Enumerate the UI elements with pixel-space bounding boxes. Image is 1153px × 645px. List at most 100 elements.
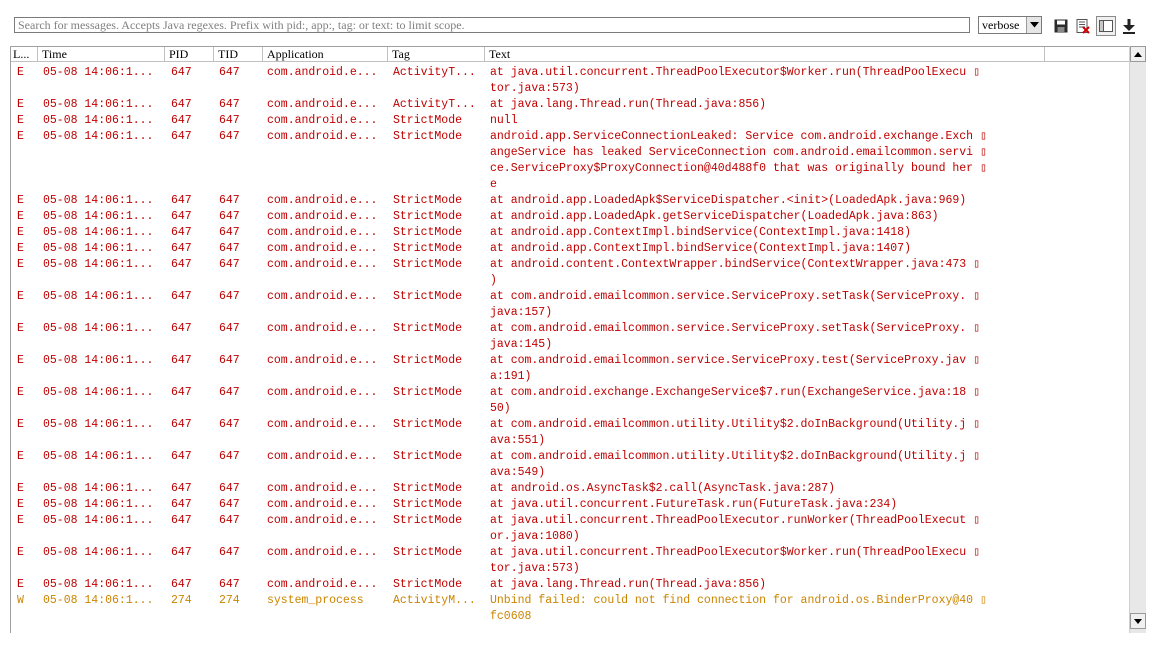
column-header-pid[interactable]: PID	[165, 47, 214, 62]
table-row[interactable]: E 05-08 14:06:1... 647 647 com.android.e... S…	[11, 193, 1131, 209]
cell-level: E	[17, 242, 24, 255]
scroll-lock-button[interactable]	[1119, 16, 1139, 36]
clear-log-button[interactable]	[1073, 16, 1093, 36]
cell-text-line: at com.android.emailcommon.utility.Utili…	[490, 450, 981, 463]
table-row[interactable]: E 05-08 14:06:1... 647 647 com.android.e... S…	[11, 513, 1131, 545]
cell-level: E	[17, 514, 24, 527]
cell-application: com.android.e...	[267, 242, 378, 255]
cell-tid: 647	[219, 514, 240, 527]
cell-tag: StrictMode	[393, 210, 463, 223]
cell-text-line: e	[490, 178, 497, 191]
cell-tid: 647	[219, 242, 240, 255]
cell-time: 05-08 14:06:1...	[43, 194, 154, 207]
cell-time: 05-08 14:06:1...	[43, 418, 154, 431]
chevron-down-icon[interactable]	[1026, 17, 1041, 33]
log-level-select[interactable]: verbose	[978, 16, 1042, 34]
cell-pid: 274	[171, 594, 192, 607]
table-row[interactable]: W 05-08 14:06:1... 274 274 system_process Act…	[11, 593, 1131, 625]
cell-application: com.android.e...	[267, 386, 378, 399]
cell-time: 05-08 14:06:1...	[43, 450, 154, 463]
cell-tag: StrictMode	[393, 482, 463, 495]
cell-tid: 647	[219, 354, 240, 367]
cell-time: 05-08 14:06:1...	[43, 546, 154, 559]
table-row[interactable]: E 05-08 14:06:1... 647 647 com.android.e... A…	[11, 97, 1131, 113]
table-row[interactable]: E 05-08 14:06:1... 647 647 com.android.e... S…	[11, 449, 1131, 481]
table-row[interactable]: E 05-08 14:06:1... 647 647 com.android.e... S…	[11, 225, 1131, 241]
cell-text-line: tor.java:573)	[490, 562, 580, 575]
table-header: L... Time PID TID Application Tag Text	[11, 47, 1131, 62]
table-row[interactable]: E 05-08 14:06:1... 647 647 com.android.e... S…	[11, 497, 1131, 513]
column-header-tag[interactable]: Tag	[388, 47, 485, 62]
cell-text-line: at java.util.concurrent.ThreadPoolExecut…	[490, 66, 981, 79]
cell-tag: StrictMode	[393, 354, 463, 367]
table-row[interactable]: E 05-08 14:06:1... 647 647 com.android.e... S…	[11, 209, 1131, 225]
table-row[interactable]: E 05-08 14:06:1... 647 647 com.android.e... S…	[11, 353, 1131, 385]
cell-text-line: android.app.ServiceConnectionLeaked: Ser…	[490, 130, 987, 143]
cell-tid: 647	[219, 546, 240, 559]
cell-pid: 647	[171, 226, 192, 239]
cell-text: at java.util.concurrent.ThreadPoolExecut…	[490, 545, 1050, 577]
cell-time: 05-08 14:06:1...	[43, 354, 154, 367]
table-row[interactable]: E 05-08 14:06:1... 647 647 com.android.e... S…	[11, 257, 1131, 289]
cell-text: at com.android.emailcommon.utility.Utili…	[490, 417, 1050, 449]
cell-tag: ActivityM...	[393, 594, 476, 607]
table-row[interactable]: E 05-08 14:06:1... 647 647 com.android.e... S…	[11, 577, 1131, 593]
cell-text: at android.app.ContextImpl.bindService(C…	[490, 241, 1050, 257]
cell-text: at android.app.LoadedApk$ServiceDispatch…	[490, 193, 1050, 209]
cell-text-line: at com.android.emailcommon.service.Servi…	[490, 290, 981, 303]
cell-pid: 647	[171, 450, 192, 463]
cell-tid: 647	[219, 498, 240, 511]
table-row[interactable]: E 05-08 14:06:1... 647 647 com.android.e... S…	[11, 545, 1131, 577]
table-row[interactable]: E 05-08 14:06:1... 647 647 com.android.e... S…	[11, 241, 1131, 257]
column-header-level[interactable]: L...	[11, 47, 38, 62]
search-input[interactable]	[14, 17, 970, 33]
cell-time: 05-08 14:06:1...	[43, 290, 154, 303]
cell-application: com.android.e...	[267, 258, 378, 271]
cell-tid: 647	[219, 130, 240, 143]
cell-tag: StrictMode	[393, 258, 463, 271]
cell-level: E	[17, 418, 24, 431]
cell-time: 05-08 14:06:1...	[43, 98, 154, 111]
cell-text-line: a:191)	[490, 370, 532, 383]
save-button[interactable]	[1051, 16, 1071, 36]
cell-text-line: java:145)	[490, 338, 553, 351]
column-header-time[interactable]: Time	[38, 47, 165, 62]
vertical-scrollbar[interactable]	[1129, 46, 1146, 633]
column-header-text[interactable]: Text	[485, 47, 1045, 62]
table-row[interactable]: E 05-08 14:06:1... 647 647 com.android.e... S…	[11, 113, 1131, 129]
cell-application: com.android.e...	[267, 210, 378, 223]
cell-tag: StrictMode	[393, 386, 463, 399]
column-header-tid[interactable]: TID	[214, 47, 263, 62]
cell-tag: StrictMode	[393, 514, 463, 527]
cell-tid: 647	[219, 482, 240, 495]
table-row[interactable]: E 05-08 14:06:1... 647 647 com.android.e... S…	[11, 289, 1131, 321]
cell-tid: 647	[219, 114, 240, 127]
scroll-down-button[interactable]	[1130, 613, 1146, 629]
cell-text: at com.android.exchange.ExchangeService$…	[490, 385, 1050, 417]
cell-time: 05-08 14:06:1...	[43, 386, 154, 399]
table-row[interactable]: E 05-08 14:06:1... 647 647 com.android.e... S…	[11, 321, 1131, 353]
cell-tag: StrictMode	[393, 290, 463, 303]
cell-level: E	[17, 450, 24, 463]
table-row[interactable]: E 05-08 14:06:1... 647 647 com.android.e... S…	[11, 385, 1131, 417]
cell-text: at android.os.AsyncTask$2.call(AsyncTask…	[490, 481, 1050, 497]
cell-tid: 647	[219, 98, 240, 111]
table-row[interactable]: E 05-08 14:06:1... 647 647 com.android.e... S…	[11, 417, 1131, 449]
cell-text: at com.android.emailcommon.service.Servi…	[490, 321, 1050, 353]
toggle-view-button[interactable]	[1096, 16, 1116, 36]
table-row[interactable]: E 05-08 14:06:1... 647 647 com.android.e... S…	[11, 129, 1131, 193]
cell-level: E	[17, 354, 24, 367]
cell-time: 05-08 14:06:1...	[43, 322, 154, 335]
cell-text-line: 50)	[490, 402, 511, 415]
cell-text-line: at java.util.concurrent.ThreadPoolExecut…	[490, 546, 981, 559]
scroll-up-button[interactable]	[1130, 46, 1146, 62]
cell-tag: StrictMode	[393, 546, 463, 559]
cell-tag: StrictMode	[393, 114, 463, 127]
cell-text-line: at android.app.LoadedApk$ServiceDispatch…	[490, 194, 967, 207]
cell-level: E	[17, 130, 24, 143]
table-row[interactable]: E 05-08 14:06:1... 647 647 com.android.e... A…	[11, 65, 1131, 97]
column-header-application[interactable]: Application	[263, 47, 388, 62]
cell-pid: 647	[171, 418, 192, 431]
cell-level: E	[17, 290, 24, 303]
table-row[interactable]: E 05-08 14:06:1... 647 647 com.android.e... S…	[11, 481, 1131, 497]
